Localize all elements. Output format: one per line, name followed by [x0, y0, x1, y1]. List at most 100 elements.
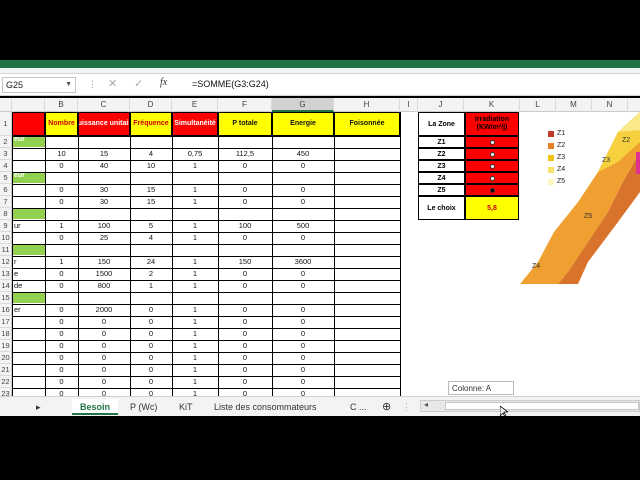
- table-cell[interactable]: 15: [130, 196, 172, 208]
- name-box[interactable]: G25 ▼: [2, 77, 76, 93]
- table-cell[interactable]: 0: [218, 196, 272, 208]
- table-cell[interactable]: ur: [12, 220, 45, 232]
- table-cell[interactable]: 0: [218, 340, 272, 352]
- table-cell[interactable]: 800: [78, 280, 130, 292]
- header-cell-a[interactable]: [12, 112, 45, 136]
- table-cell[interactable]: [12, 160, 45, 172]
- row-header[interactable]: 11: [0, 244, 12, 256]
- insert-function-icon[interactable]: fx: [160, 77, 167, 88]
- header-cell-foisonnee[interactable]: Foisonnée: [334, 112, 400, 136]
- column-header[interactable]: N: [592, 98, 628, 112]
- table-cell[interactable]: [12, 376, 45, 388]
- category-band[interactable]: eur: [12, 172, 45, 183]
- table-cell[interactable]: 1: [172, 232, 218, 244]
- table-cell[interactable]: 1: [172, 268, 218, 280]
- row-header[interactable]: 6: [0, 184, 12, 196]
- row-header[interactable]: 12: [0, 256, 12, 268]
- enter-icon[interactable]: ✓: [134, 77, 143, 90]
- sheet-tab-besoin[interactable]: Besoin: [72, 399, 119, 415]
- worksheet-grid[interactable]: 1 2 3 4 5 6 7 8 9 10 11 12 13 14 15 16 17 18 19 20 21 22 23 10…: [0, 112, 640, 396]
- table-cell[interactable]: 4: [130, 148, 172, 160]
- table-cell[interactable]: 0: [218, 160, 272, 172]
- row-header[interactable]: 5: [0, 172, 12, 184]
- radio-icon[interactable]: [489, 139, 495, 145]
- category-band[interactable]: [12, 208, 45, 219]
- table-cell[interactable]: 0: [45, 196, 78, 208]
- table-cell[interactable]: 40: [78, 160, 130, 172]
- header-cell-simultaneite[interactable]: Simultanéité: [172, 112, 218, 136]
- header-cell-ptotale[interactable]: P totale: [218, 112, 272, 136]
- table-cell[interactable]: 0: [218, 184, 272, 196]
- row-header[interactable]: 21: [0, 364, 12, 376]
- table-cell[interactable]: 0: [130, 364, 172, 376]
- row-header[interactable]: 23: [0, 388, 12, 396]
- table-cell[interactable]: 0: [272, 196, 334, 208]
- column-header[interactable]: C: [78, 98, 130, 112]
- table-cell[interactable]: 0: [218, 388, 272, 396]
- table-cell[interactable]: [12, 364, 45, 376]
- table-cell[interactable]: 30: [78, 184, 130, 196]
- table-cell[interactable]: 1: [130, 280, 172, 292]
- table-cell[interactable]: 0: [272, 184, 334, 196]
- table-cell[interactable]: de: [12, 280, 45, 292]
- table-cell[interactable]: 1: [172, 304, 218, 316]
- column-header[interactable]: K: [464, 98, 520, 112]
- table-cell[interactable]: 0: [218, 268, 272, 280]
- column-header[interactable]: D: [130, 98, 172, 112]
- header-cell-frequence[interactable]: Fréquence: [130, 112, 172, 136]
- table-cell[interactable]: [12, 148, 45, 160]
- table-cell[interactable]: 0: [130, 304, 172, 316]
- zone-label[interactable]: Z4: [418, 172, 465, 184]
- table-cell[interactable]: 150: [218, 256, 272, 268]
- table-cell[interactable]: 112,5: [218, 148, 272, 160]
- table-cell[interactable]: [12, 328, 45, 340]
- add-sheet-icon[interactable]: ⊕: [382, 399, 391, 415]
- radio-icon[interactable]: [489, 151, 495, 157]
- table-cell[interactable]: [12, 352, 45, 364]
- zone-label[interactable]: Z2: [418, 148, 465, 160]
- table-cell[interactable]: 0: [272, 160, 334, 172]
- table-cell[interactable]: 0: [78, 388, 130, 396]
- horizontal-scrollbar[interactable]: ◂: [420, 400, 640, 412]
- column-header-selected[interactable]: G: [272, 98, 334, 112]
- row-header[interactable]: 3: [0, 148, 12, 160]
- table-cell[interactable]: 1: [172, 328, 218, 340]
- row-header[interactable]: 9: [0, 220, 12, 232]
- column-header[interactable]: L: [520, 98, 556, 112]
- table-cell[interactable]: [12, 388, 45, 396]
- category-band[interactable]: eur: [12, 136, 45, 147]
- table-cell[interactable]: 0: [130, 340, 172, 352]
- table-cell[interactable]: 0: [45, 364, 78, 376]
- zone-option[interactable]: [465, 172, 519, 184]
- row-header[interactable]: 15: [0, 292, 12, 304]
- row-header[interactable]: 10: [0, 232, 12, 244]
- category-band[interactable]: [12, 292, 45, 303]
- sheet-tab-pwc[interactable]: P (Wc): [130, 399, 157, 415]
- table-cell[interactable]: 15: [78, 148, 130, 160]
- row-header[interactable]: 22: [0, 376, 12, 388]
- row-header[interactable]: 13: [0, 268, 12, 280]
- row-header[interactable]: 7: [0, 196, 12, 208]
- table-cell[interactable]: [12, 196, 45, 208]
- table-cell[interactable]: 0: [218, 304, 272, 316]
- table-cell[interactable]: 0: [218, 316, 272, 328]
- table-cell[interactable]: 10: [130, 160, 172, 172]
- table-cell[interactable]: 0: [130, 388, 172, 396]
- sheet-tab-consommateurs[interactable]: Liste des consommateurs: [214, 399, 317, 415]
- column-header[interactable]: B: [45, 98, 78, 112]
- table-cell[interactable]: 1500: [78, 268, 130, 280]
- table-cell[interactable]: 0: [218, 364, 272, 376]
- table-cell[interactable]: 0: [45, 184, 78, 196]
- table-cell[interactable]: 450: [272, 148, 334, 160]
- table-cell[interactable]: 0: [272, 268, 334, 280]
- table-cell[interactable]: 15: [130, 184, 172, 196]
- category-band[interactable]: [12, 244, 45, 255]
- row-header[interactable]: 19: [0, 340, 12, 352]
- table-cell[interactable]: [12, 340, 45, 352]
- table-cell[interactable]: 0: [78, 352, 130, 364]
- row-header[interactable]: 17: [0, 316, 12, 328]
- table-cell[interactable]: 0: [272, 352, 334, 364]
- table-cell[interactable]: 2: [130, 268, 172, 280]
- table-cell[interactable]: 0: [45, 388, 78, 396]
- zone-header[interactable]: La Zone: [418, 112, 465, 136]
